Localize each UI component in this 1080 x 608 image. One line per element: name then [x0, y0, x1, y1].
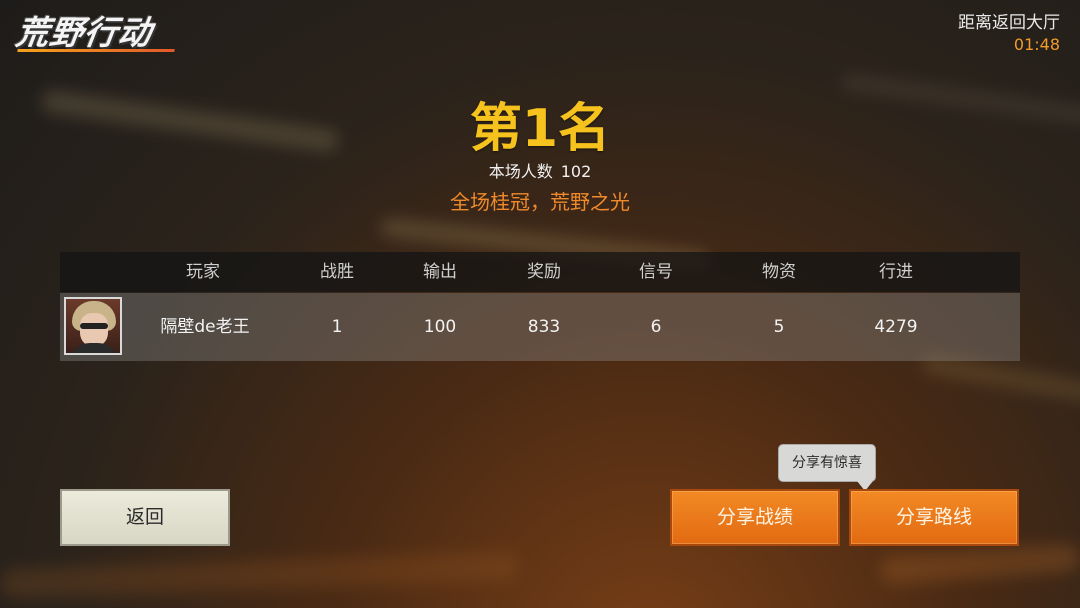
header-travel: 行进	[879, 262, 913, 282]
player-count-value: 102	[560, 162, 592, 181]
header-supplies: 物资	[762, 262, 796, 282]
avatar-body	[70, 343, 118, 353]
header-reward: 奖励	[527, 262, 561, 282]
background-streak	[879, 543, 1080, 585]
countdown-label: 距离返回大厅	[958, 13, 1060, 33]
cell-signal: 6	[650, 317, 662, 337]
cell-reward: 833	[527, 317, 561, 337]
share-route-button[interactable]: 分享路线	[849, 489, 1019, 546]
cell-damage: 100	[423, 317, 457, 337]
return-countdown: 距离返回大厅 01:48	[958, 12, 1060, 56]
player-count: 本场人数 102	[0, 161, 1080, 183]
player-name: 隔壁de老王	[160, 317, 250, 337]
player-avatar[interactable]	[64, 297, 122, 355]
table-header: 玩家 战胜 输出 奖励 信号 物资 行进	[60, 252, 1020, 292]
victory-slogan: 全场桂冠，荒野之光	[450, 190, 630, 214]
table-row: 隔壁de老王 1 100 833 6 5 4279	[60, 293, 1020, 361]
background-streak	[0, 550, 521, 600]
match-stats-table: 玩家 战胜 输出 奖励 信号 物资 行进 隔壁de老王 1 100 833 6 …	[60, 252, 1020, 361]
share-record-button[interactable]: 分享战绩	[670, 489, 840, 546]
share-surprise-tooltip: 分享有惊喜	[778, 444, 876, 491]
cell-supplies: 5	[773, 317, 785, 337]
back-button[interactable]: 返回	[60, 489, 230, 546]
avatar-glasses	[80, 323, 108, 329]
header-player: 玩家	[186, 262, 220, 282]
avatar-face	[80, 313, 108, 347]
header-signal: 信号	[639, 262, 673, 282]
player-count-label: 本场人数	[488, 162, 553, 181]
header-damage: 输出	[423, 262, 457, 282]
cell-travel: 4279	[874, 317, 918, 337]
countdown-time: 01:48	[1013, 35, 1060, 54]
game-logo: 荒野行动	[13, 12, 184, 54]
header-wins: 战胜	[320, 262, 354, 282]
cell-wins: 1	[331, 317, 343, 337]
rank-title: 第1名	[469, 99, 611, 159]
